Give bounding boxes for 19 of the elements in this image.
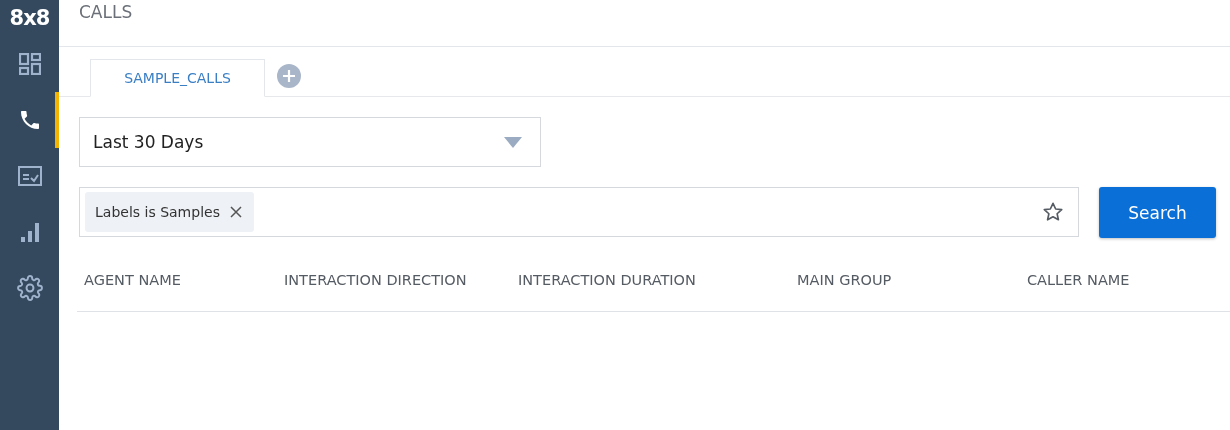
star-icon[interactable]: [1042, 201, 1064, 223]
date-range-dropdown[interactable]: Last 30 Days: [79, 117, 541, 167]
dashboard-icon: [18, 53, 41, 75]
page-title: CALLS: [79, 2, 133, 22]
logo: 8x8: [8, 5, 51, 32]
checklist-icon: [17, 166, 42, 186]
settings-icon: [16, 275, 43, 301]
column-header: CALLER NAME: [1026, 272, 1131, 290]
column-header: MAIN GROUP: [796, 272, 893, 290]
filter-chip[interactable]: Labels is Samples: [85, 192, 254, 232]
column-header: INTERACTION DIRECTION: [283, 272, 468, 290]
column-header: INTERACTION DURATION: [517, 272, 697, 290]
search-button[interactable]: Search: [1099, 187, 1216, 238]
close-icon[interactable]: [229, 206, 242, 218]
bar-chart-icon: [19, 222, 40, 242]
filter-field[interactable]: Labels is Samples: [79, 187, 1079, 237]
caret-icon: [504, 136, 522, 148]
tab[interactable]: SAMPLE_CALLS: [90, 59, 265, 97]
column-header: AGENT NAME: [83, 272, 182, 290]
